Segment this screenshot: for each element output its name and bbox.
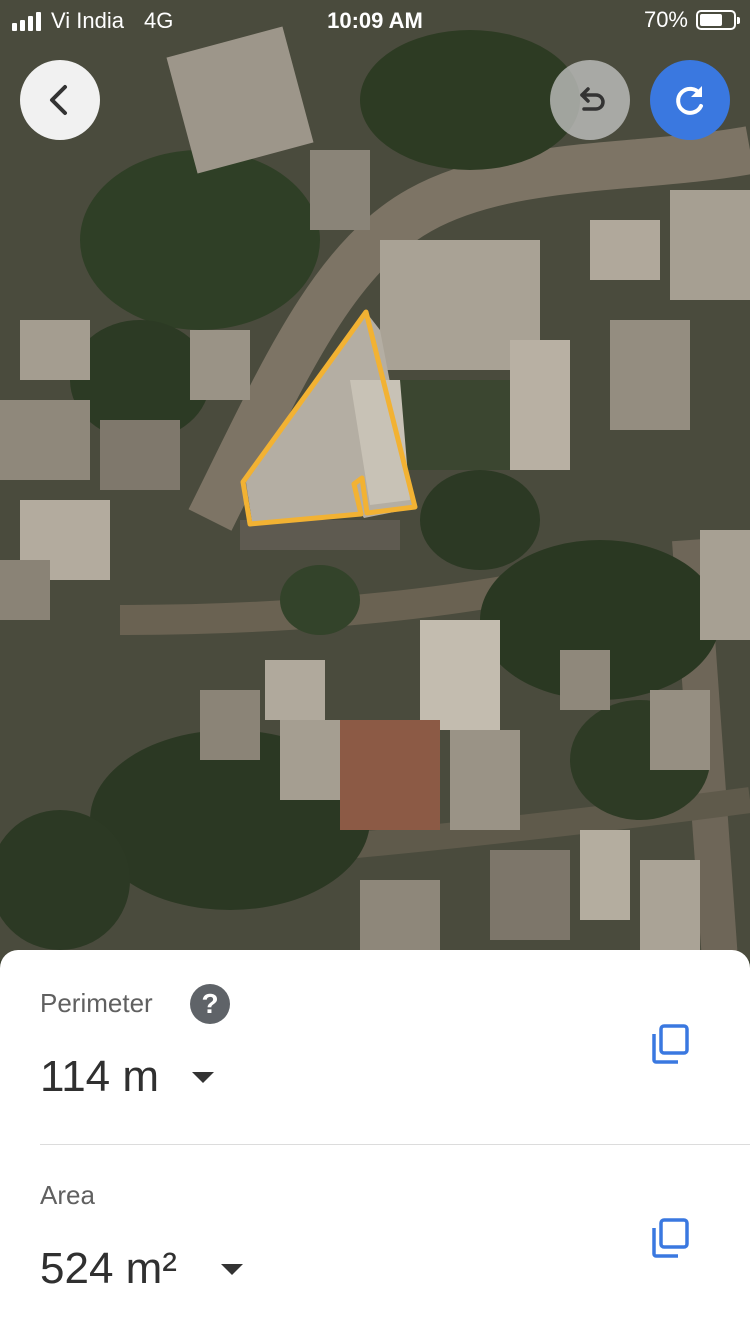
area-label: Area: [40, 1180, 95, 1210]
copy-area-icon[interactable]: [648, 1216, 692, 1260]
back-button[interactable]: [20, 60, 100, 140]
satellite-imagery: [0, 0, 750, 960]
satellite-map[interactable]: [0, 0, 750, 960]
question-mark-icon[interactable]: ?: [190, 984, 230, 1024]
area-value: 524 m²: [40, 1244, 177, 1293]
status-bar: Vi India 4G 10:09 AM 70%: [0, 0, 750, 40]
divider: [40, 1144, 750, 1145]
copy-perimeter-icon[interactable]: [648, 1022, 692, 1066]
chevron-left-icon: [50, 85, 67, 115]
perimeter-value: 114 m: [40, 1052, 160, 1101]
measurement-sheet: Perimeter ? 114 m Area 524 m²: [0, 950, 750, 1334]
battery-icon: [696, 10, 740, 30]
perimeter-label: Perimeter: [40, 988, 153, 1018]
undo-icon: [580, 87, 605, 111]
area-unit-dropdown-icon[interactable]: [221, 1264, 243, 1275]
battery-percentage: 70%: [643, 7, 688, 32]
redo-button[interactable]: [650, 60, 730, 140]
perimeter-unit-dropdown-icon[interactable]: [192, 1072, 214, 1083]
undo-button[interactable]: [550, 60, 630, 140]
status-time: 10:09 AM: [327, 8, 423, 33]
redo-icon: [676, 86, 703, 115]
